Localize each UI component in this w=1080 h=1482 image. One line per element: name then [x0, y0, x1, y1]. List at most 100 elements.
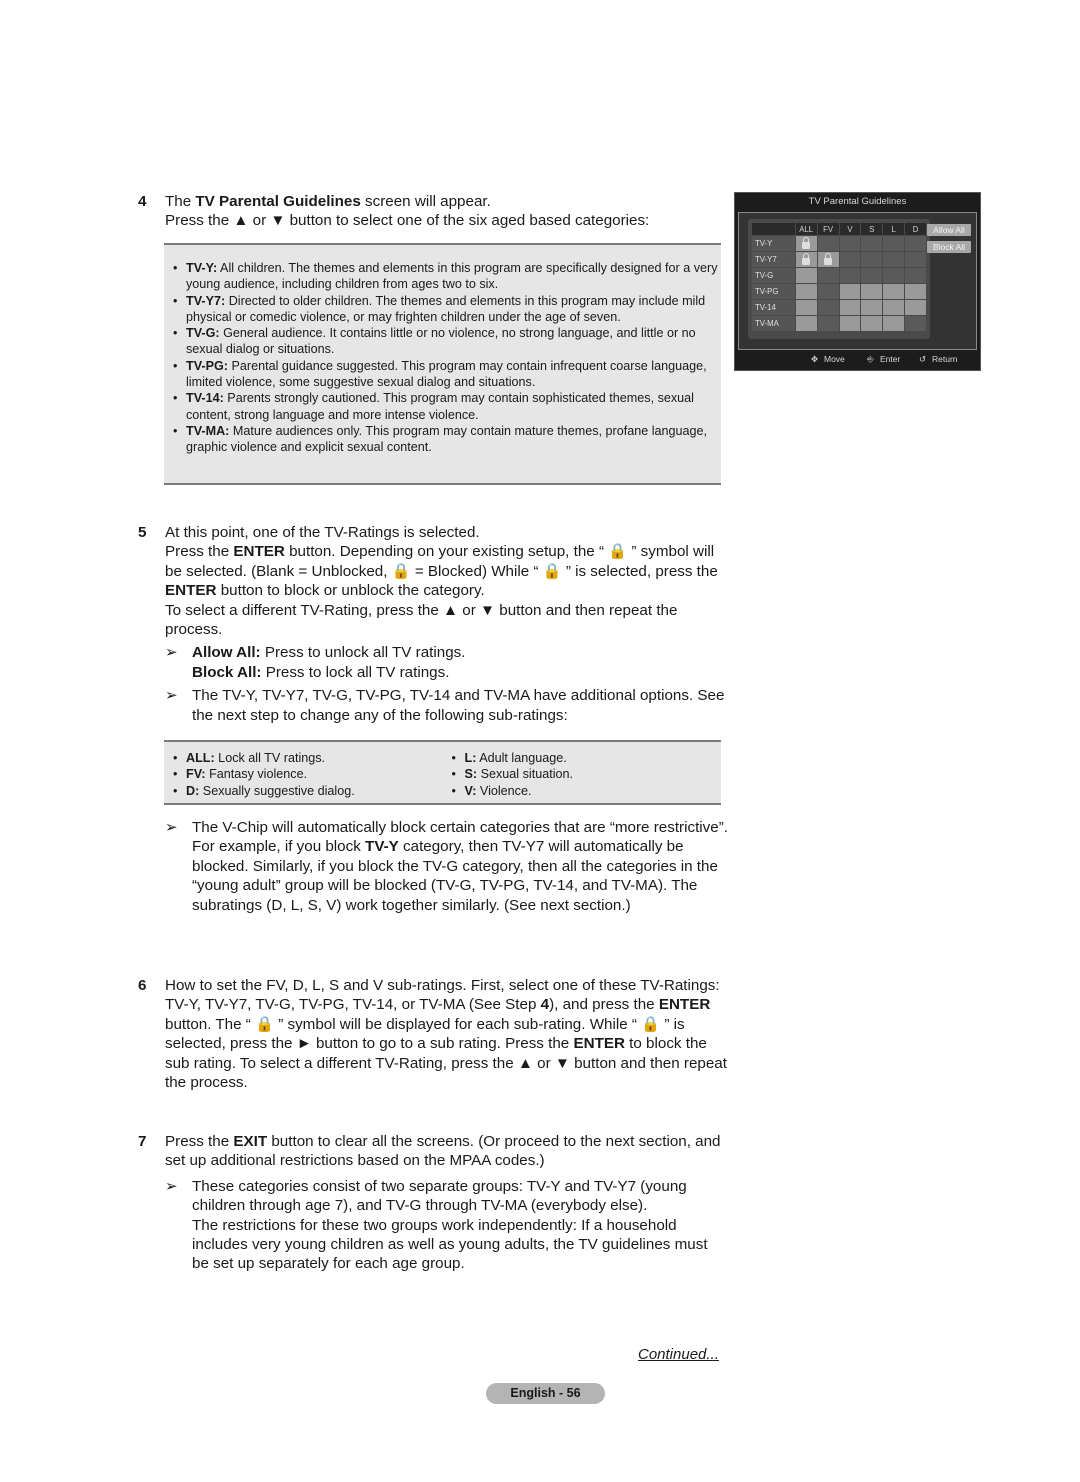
rating-description: Parental guidance suggested. This progra… — [186, 358, 707, 390]
allow-all-button[interactable]: Allow All — [927, 224, 971, 236]
rating-cell — [817, 316, 839, 331]
rating-cell — [883, 236, 905, 251]
column-header: D — [905, 223, 926, 235]
rating-cell[interactable] — [883, 300, 905, 315]
arrow-icon: ➢ — [165, 644, 178, 662]
rating-row: TV-14 — [752, 300, 926, 315]
return-icon: ↺ — [919, 354, 927, 364]
rating-cell[interactable] — [839, 316, 861, 331]
grid-corner — [752, 223, 795, 235]
rating-cell[interactable] — [861, 284, 883, 299]
text: The — [165, 193, 196, 210]
rating-item: • TV-MA: Mature audiences only. This prog… — [164, 423, 721, 456]
page-number-badge: English - 56 — [486, 1383, 605, 1404]
rating-cell[interactable] — [861, 316, 883, 331]
rating-cell — [905, 236, 926, 251]
rating-cell[interactable] — [883, 284, 905, 299]
lock-icon: 🔒 — [608, 543, 628, 561]
subrating-code: D: — [186, 783, 200, 798]
row-label[interactable]: TV-PG — [752, 284, 795, 299]
rating-code: TV-14: — [186, 391, 224, 406]
rating-description: Parents strongly cautioned. This program… — [186, 391, 694, 422]
block-all-term: Block All: — [192, 663, 262, 681]
rating-cell[interactable] — [883, 316, 905, 331]
allow-all-term: Allow All: — [192, 644, 261, 662]
rating-cell[interactable] — [795, 284, 817, 299]
subrating-item: • ALL: Lock all TV ratings. — [164, 750, 443, 766]
rating-cell — [883, 252, 905, 267]
subrating-code: S: — [464, 767, 478, 782]
subrating-code: L: — [464, 751, 477, 765]
rating-cell[interactable] — [861, 300, 883, 315]
text: The TV-Y, TV-Y7, TV-G, TV-PG, TV-14 and … — [192, 687, 725, 724]
rating-cell[interactable] — [795, 300, 817, 315]
rating-code: TV-G: — [186, 326, 220, 341]
subrating-item: • V: Violence. — [443, 783, 722, 799]
column-header: L — [883, 223, 905, 235]
row-label[interactable]: TV-Y — [752, 236, 795, 251]
rating-cell — [839, 236, 861, 251]
screen-name: TV Parental Guidelines — [195, 193, 361, 210]
rating-cell[interactable] — [817, 252, 839, 267]
row-label[interactable]: TV-14 — [752, 300, 795, 315]
rating-cell[interactable] — [839, 284, 861, 299]
text: ), and press the — [549, 996, 659, 1014]
rating-row: TV-PG — [752, 284, 926, 299]
row-label[interactable]: TV-MA — [752, 316, 795, 331]
enter-key-name: ENTER — [573, 1035, 625, 1053]
bullet: • — [451, 751, 456, 765]
rating-cell[interactable] — [795, 316, 817, 331]
rating-cell[interactable] — [905, 284, 926, 299]
rating-cell — [883, 268, 905, 283]
bullet: • — [173, 423, 178, 438]
bullet: • — [173, 261, 178, 275]
text: The restrictions for these two groups wo… — [192, 1216, 708, 1273]
text: button. Depending on your existing setup… — [284, 543, 609, 561]
block-all-button[interactable]: Block All — [927, 241, 971, 253]
enter-key-name: ENTER — [658, 996, 711, 1014]
move-label: Move — [824, 354, 845, 364]
rating-cell[interactable] — [839, 300, 861, 315]
enter-key-name: ENTER — [165, 582, 217, 600]
column-header: V — [839, 223, 861, 235]
bullet: • — [173, 391, 178, 406]
rating-cell[interactable] — [905, 300, 926, 315]
enter-icon: ⎆ — [867, 354, 874, 364]
rating-row: TV-Y — [752, 236, 926, 251]
text: = Blocked) While “ — [410, 562, 543, 580]
rating-cell — [861, 268, 883, 283]
row-label[interactable]: TV-Y7 — [752, 252, 795, 267]
rating-cell[interactable] — [795, 236, 817, 251]
subrating-description: Adult language. — [476, 751, 567, 765]
rating-code: TV-Y: — [186, 261, 218, 275]
rating-cell — [817, 236, 839, 251]
rating-item: • TV-PG: Parental guidance suggested. Thi… — [164, 358, 721, 391]
rating-description: All children. The themes and elements in… — [186, 261, 718, 292]
tv-parental-guidelines-screen: TV Parental Guidelines ALL FV V S L D TV-Y TV-Y… — [734, 192, 981, 371]
text: ” is selected, press the — [561, 562, 718, 580]
rating-description: General audience. It contains little or … — [186, 326, 696, 357]
vchip-note: ➢ The V-Chip will automatically block ce… — [165, 818, 728, 915]
subrating-description: Lock all TV ratings. — [214, 751, 326, 765]
rating-cell[interactable] — [795, 252, 817, 267]
tv-screen-frame: ALL FV V S L D TV-Y TV-Y7 TV-G TV-PG TV-14 TV-MA Al… — [738, 212, 977, 350]
rating-row: TV-Y7 — [752, 252, 926, 267]
rating-code: TV-PG: — [186, 358, 228, 373]
enter-key-name: ENTER — [233, 543, 285, 561]
bullet: • — [173, 783, 178, 798]
lock-icon — [802, 236, 811, 249]
subrating-code: V: — [464, 783, 477, 798]
row-label[interactable]: TV-G — [752, 268, 795, 283]
text: Press the — [165, 543, 234, 561]
rating-item: • TV-14: Parents strongly cautioned. This… — [164, 390, 721, 423]
subratings-right: • L: Adult language. • S: Sexual situation.… — [443, 750, 722, 799]
rating-description: Directed to older children. The themes a… — [186, 293, 706, 324]
ratings-info-box: • TV-Y: All children. The themes and elem… — [164, 243, 721, 485]
column-header: S — [861, 223, 883, 235]
note-additional-options: ➢ The TV-Y, TV-Y7, TV-G, TV-PG, TV-14 an… — [165, 686, 728, 725]
rating-cell[interactable] — [795, 268, 817, 283]
step-number: 5 — [138, 524, 147, 541]
step-4-instruction: Press the ▲ or ▼ button to select one of… — [165, 212, 650, 230]
subrating-description: Sexually suggestive dialog. — [199, 783, 355, 798]
rating-cell — [861, 252, 883, 267]
